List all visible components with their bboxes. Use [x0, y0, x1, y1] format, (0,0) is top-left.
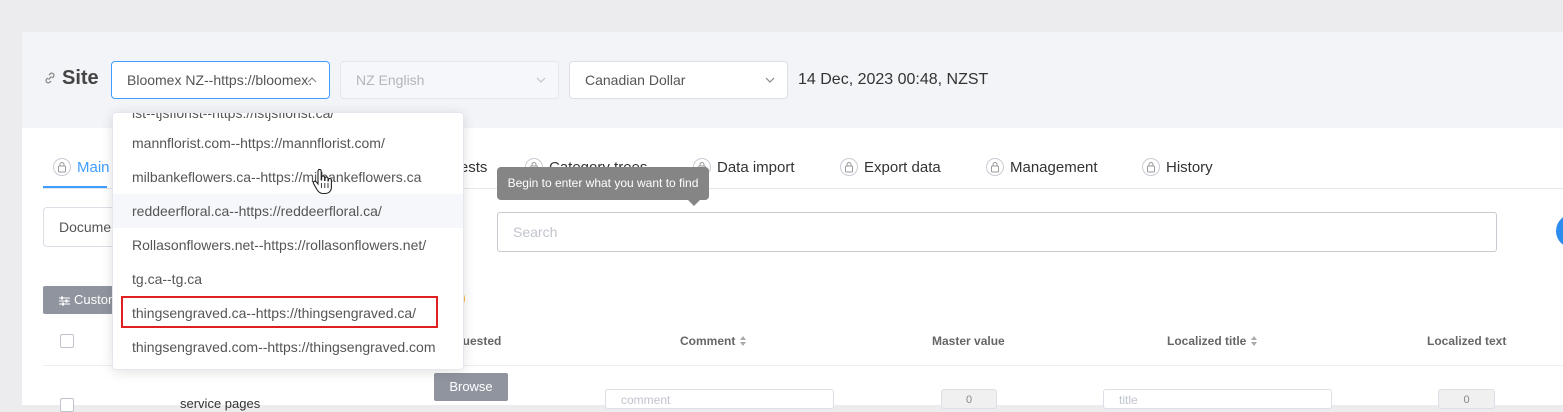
col-comment[interactable]: Comment: [680, 334, 747, 348]
sort-icon: [1251, 336, 1258, 346]
search-tooltip: Begin to enter what you want to find: [497, 167, 709, 200]
col-localized-text[interactable]: Localized text: [1427, 334, 1506, 348]
tab-history[interactable]: History: [1142, 158, 1213, 176]
col-localized-title[interactable]: Localized title: [1167, 334, 1258, 348]
tab-management-label: Management: [1010, 159, 1098, 176]
col-comment-label: Comment: [680, 334, 736, 348]
row-checkbox[interactable]: [60, 398, 74, 412]
dropdown-option[interactable]: mannflorist.com--https://mannflorist.com…: [113, 126, 463, 160]
sliders-icon: [59, 296, 70, 306]
select-all-checkbox[interactable]: [60, 334, 74, 348]
dropdown-option[interactable]: Rollasonflowers.net--https://rollasonflo…: [113, 228, 463, 262]
col-master-value[interactable]: Master value: [932, 334, 1005, 348]
current-datetime: 14 Dec, 2023 00:48, NZST: [798, 71, 989, 88]
browse-button[interactable]: Browse: [434, 373, 508, 401]
language-select[interactable]: NZ English: [340, 61, 559, 99]
lock-icon: [53, 158, 71, 176]
active-tab-indicator: [43, 186, 107, 188]
chevron-down-icon: [536, 77, 546, 83]
lock-icon: [986, 158, 1004, 176]
title-input[interactable]: title: [1103, 389, 1332, 409]
tab-history-label: History: [1166, 159, 1213, 176]
dropdown-option[interactable]: thingsengraved.com--https://thingsengrav…: [113, 330, 463, 364]
comment-input[interactable]: comment: [605, 389, 834, 409]
currency-select[interactable]: Canadian Dollar: [569, 61, 788, 99]
tab-export-data[interactable]: Export data: [840, 158, 941, 176]
dropdown-option[interactable]: milbankeflowers.ca--https://milbankeflow…: [113, 160, 463, 194]
document-type-select[interactable]: Document: [43, 207, 123, 247]
row-name: service pages: [180, 396, 261, 411]
chevron-down-icon: [765, 77, 775, 83]
tab-management[interactable]: Management: [986, 158, 1098, 176]
sort-icon: [740, 336, 747, 346]
currency-select-value: Canadian Dollar: [585, 72, 686, 88]
site-select-value: Bloomex NZ--https://bloomex.co.nz/: [127, 72, 312, 88]
site-label: Site: [62, 67, 99, 89]
language-select-value: NZ English: [356, 72, 425, 88]
lock-icon: [1142, 158, 1160, 176]
dropdown-option-hovered[interactable]: reddeerfloral.ca--https://reddeerfloral.…: [113, 194, 463, 228]
col-localized-title-label: Localized title: [1167, 334, 1247, 348]
site-dropdown-list: lst--tjsflorist--https://lstjsflorist.ca…: [112, 112, 464, 370]
highlight-box: [121, 296, 438, 328]
search-input[interactable]: [497, 212, 1497, 252]
hand-pointer-icon: [312, 168, 332, 195]
customize-button[interactable]: Customize: [43, 286, 123, 314]
lock-icon: [840, 158, 858, 176]
tab-main[interactable]: Main: [53, 158, 110, 176]
localized-text-chip[interactable]: 0: [1438, 389, 1495, 409]
dropdown-option[interactable]: tg.ca--tg.ca: [113, 262, 463, 296]
master-value-chip[interactable]: 0: [941, 389, 997, 409]
tooltip-arrow: [688, 200, 700, 206]
tab-main-label: Main: [77, 159, 110, 176]
tab-data-import-label: Data import: [717, 159, 795, 176]
tab-export-data-label: Export data: [864, 159, 941, 176]
site-select[interactable]: Bloomex NZ--https://bloomex.co.nz/: [111, 61, 330, 99]
chevron-up-icon: [307, 77, 317, 83]
link-icon: [45, 72, 55, 84]
